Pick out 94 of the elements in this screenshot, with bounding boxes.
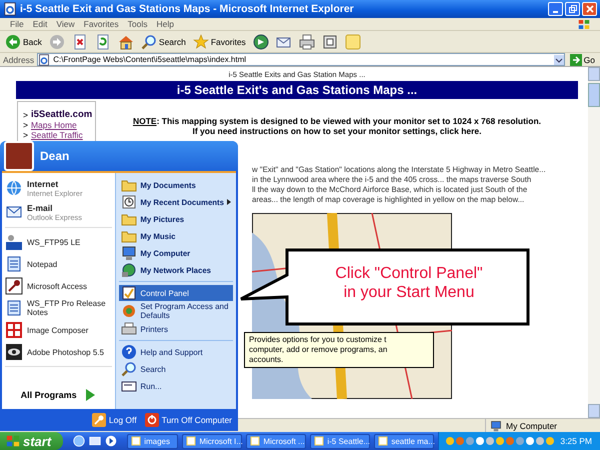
windows-flag-icon [6, 434, 20, 448]
sidebar-link[interactable]: Seattle Traffic [30, 130, 83, 140]
go-button[interactable]: Go [568, 54, 597, 66]
note-text: NOTE: This mapping system is designed to be viewed with your monitor set to 1024 x 768 resolution. [132, 116, 542, 126]
start-menu-item[interactable]: WS_FTP Pro Release Notes [5, 298, 112, 318]
note-icon [344, 34, 361, 50]
menu-item[interactable]: Favorites [84, 19, 119, 29]
page-icon [3, 2, 17, 16]
tooltip: Provides options for you to customize t computer, add or remove programs, an accounts. [244, 332, 434, 368]
close-icon [584, 4, 594, 14]
stop-icon [72, 34, 88, 50]
window-icon [250, 436, 260, 446]
sidebar-link[interactable]: i5Seattle.com [30, 110, 92, 120]
windows-flag-icon [578, 18, 590, 30]
tray-icons-drawing[interactable] [444, 435, 554, 447]
star-icon [192, 34, 209, 50]
window-icon [314, 436, 324, 446]
search-button[interactable]: Search [138, 34, 188, 50]
callout-text: Click "Control Panel" in your Start Menu [334, 264, 484, 302]
window-title: i-5 Seattle Exit and Gas Stations Maps - Microsoft Internet Explorer [20, 3, 355, 15]
start-menu-item[interactable]: Printers [119, 321, 233, 337]
notepad-icon [5, 255, 23, 273]
start-menu-item[interactable]: Run... [119, 378, 233, 394]
window-icon [186, 436, 196, 446]
start-menu-item[interactable]: Image Composer [5, 320, 112, 340]
taskbar-button[interactable]: Microsoft I... [182, 434, 242, 448]
start-menu-item[interactable]: WS_FTP95 LE [5, 232, 112, 252]
menu-item[interactable]: Help [156, 19, 174, 29]
start-menu-item[interactable]: Help and Support [119, 344, 233, 360]
favorites-button[interactable]: Favorites [190, 34, 248, 50]
clock-icon [121, 194, 138, 210]
frame-icon [5, 321, 23, 339]
notepad-icon [5, 299, 23, 317]
menu-item[interactable]: View [56, 19, 75, 29]
minimize-button[interactable] [548, 2, 563, 16]
log-off-button[interactable]: Log Off [92, 413, 137, 427]
back-button[interactable]: Back [3, 34, 44, 50]
submenu-arrow-icon [227, 199, 231, 205]
scrollbar[interactable] [588, 67, 600, 418]
all-programs-item[interactable]: All Programs [5, 385, 112, 405]
avatar-placeholder [4, 141, 34, 171]
refresh-icon [94, 34, 111, 50]
start-menu-item[interactable]: Microsoft Access [5, 276, 112, 296]
start-button[interactable]: start [0, 432, 64, 450]
sidebar-link[interactable]: Maps Home [30, 120, 77, 130]
eye-icon [5, 343, 23, 361]
media-globe-icon [252, 34, 269, 50]
printer-icon [121, 321, 138, 337]
page-edit-icon [322, 34, 338, 50]
close-button[interactable] [582, 2, 597, 16]
note-text: If you need instructions on how to set your monitor settings, click here. [191, 126, 483, 136]
address-label: Address [3, 54, 34, 64]
desktop-icon[interactable] [89, 435, 102, 447]
start-menu-item[interactable]: Adobe Photoshop 5.5 [5, 342, 112, 362]
start-menu-item[interactable]: Search [119, 361, 233, 377]
media-button[interactable] [250, 34, 271, 50]
house-icon [118, 34, 134, 50]
play-icon[interactable] [105, 435, 118, 447]
clock: 3:25 PM [560, 436, 592, 446]
taskbar-button[interactable]: Microsoft ... [246, 434, 306, 448]
taskbar-button[interactable]: seattle ma... [374, 434, 434, 448]
zone-label: My Computer [506, 420, 558, 430]
key-icon [92, 413, 106, 427]
taskbar-button[interactable]: images [127, 434, 178, 448]
taskbar-button[interactable]: i-5 Seattle... [310, 434, 370, 448]
window-icon [131, 436, 142, 446]
printer-icon [298, 34, 315, 50]
page-banner: i-5 Seattle Exit's and Gas Stations Maps ... [16, 81, 578, 99]
computer-icon [121, 245, 138, 261]
network-globe-icon [121, 262, 138, 278]
key-icon [5, 277, 23, 295]
start-menu-item[interactable]: Set Program Access and Defaults [119, 302, 233, 320]
window-icon [378, 436, 388, 446]
address-field[interactable]: C:\FrontPage Webs\Content\i5seattle\maps\index.html [37, 53, 565, 66]
turn-off-button[interactable]: Turn Off Computer [144, 413, 232, 427]
link-marker: > [23, 110, 28, 120]
maximize-button[interactable] [565, 2, 580, 16]
control-panel-icon [121, 285, 138, 301]
minimize-icon [553, 11, 558, 13]
computer-icon [490, 420, 502, 432]
print-button[interactable] [296, 34, 317, 50]
start-menu-item[interactable]: Notepad [5, 254, 112, 274]
user-name: Dean [40, 149, 70, 163]
search-icon [140, 34, 157, 50]
power-icon [144, 413, 159, 427]
help-icon [121, 344, 138, 360]
link-marker: > [23, 130, 28, 140]
menu-item[interactable]: Tools [128, 19, 148, 29]
menu-item[interactable]: Edit [32, 19, 48, 29]
search-icon [121, 361, 138, 377]
restore-icon [568, 4, 578, 14]
start-menu-item[interactable]: Control Panel [119, 285, 233, 301]
link-marker: > [23, 120, 28, 130]
menu-item[interactable]: File [10, 19, 24, 29]
